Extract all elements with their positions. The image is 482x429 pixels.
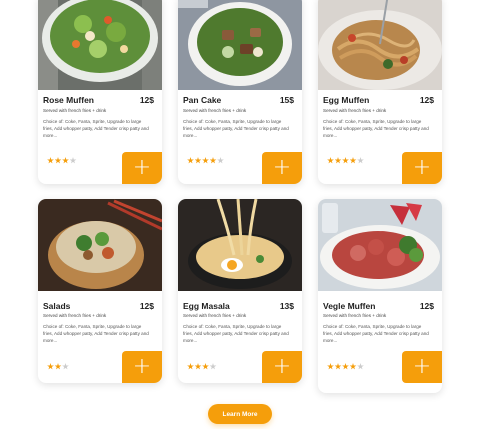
food-subtitle: Served with french fries + drink (183, 108, 247, 113)
food-photo (178, 199, 302, 291)
add-to-cart-button[interactable]: + (122, 152, 162, 184)
food-card[interactable]: Pan Cake 15$ Served with french fries + … (178, 0, 302, 184)
food-card[interactable]: Egg Masala 13$ Served with french fries … (178, 199, 302, 383)
food-price: 12$ (419, 95, 434, 105)
food-card[interactable]: Egg Muffen 12$ Served with french fries … (318, 0, 442, 184)
plus-icon: + (132, 155, 152, 180)
star-filled-icon (187, 157, 194, 164)
star-filled-icon (202, 157, 209, 164)
star-filled-icon (54, 363, 62, 370)
food-name: Egg Muffen (323, 95, 370, 105)
star-filled-icon (334, 363, 342, 370)
star-filled-icon (187, 363, 194, 370)
plus-icon: + (132, 354, 152, 379)
add-to-cart-button[interactable]: + (262, 351, 302, 383)
star-filled-icon (327, 157, 334, 164)
star-filled-icon (342, 157, 349, 164)
star-filled-icon (54, 157, 62, 164)
rating-stars (47, 363, 69, 371)
star-filled-icon (349, 157, 357, 164)
food-subtitle: Served with french fries + drink (323, 108, 387, 113)
food-price: 12$ (419, 301, 434, 311)
star-empty-icon (357, 363, 364, 370)
star-filled-icon (327, 363, 334, 370)
food-card[interactable]: Vegle Muffen 12$ Served with french frie… (318, 199, 442, 393)
food-name: Rose Muffen (43, 95, 94, 105)
food-subtitle: Served with french fries + drink (183, 313, 247, 318)
rating-stars (47, 157, 77, 165)
food-subtitle: Served with french fries + drink (323, 313, 387, 318)
star-filled-icon (47, 157, 54, 164)
food-name: Egg Masala (183, 301, 230, 311)
star-filled-icon (194, 363, 202, 370)
learn-more-button[interactable]: Learn More (208, 404, 272, 424)
food-card[interactable]: Rose Muffen 12$ Served with french fries… (38, 0, 162, 184)
food-price: 12$ (139, 301, 154, 311)
food-photo (38, 0, 162, 90)
food-price: 13$ (279, 301, 294, 311)
star-filled-icon (334, 157, 342, 164)
food-subtitle: Served with french fries + drink (43, 108, 107, 113)
food-photo (178, 0, 302, 90)
food-price: 15$ (279, 95, 294, 105)
add-to-cart-button[interactable]: + (262, 152, 302, 184)
rating-stars (187, 157, 224, 165)
food-name: Vegle Muffen (323, 301, 376, 311)
plus-icon: + (412, 155, 432, 180)
food-description: Choice of: Coke, Fanta, Sprite, Upgrade … (183, 324, 289, 344)
star-empty-icon (69, 157, 77, 164)
food-name: Salads (43, 301, 71, 311)
star-filled-icon (202, 363, 209, 370)
food-subtitle: Served with french fries + drink (43, 313, 107, 318)
star-filled-icon (47, 363, 54, 370)
star-filled-icon (194, 157, 202, 164)
star-filled-icon (62, 157, 69, 164)
add-to-cart-button[interactable]: + (402, 152, 442, 184)
rating-stars (327, 363, 364, 371)
add-to-cart-button[interactable]: + (402, 351, 442, 383)
food-description: Choice of: Coke, Fanta, Sprite, Upgrade … (43, 324, 149, 344)
food-card[interactable]: Salads 12$ Served with french fries + dr… (38, 199, 162, 383)
food-photo (318, 0, 442, 90)
food-price: 12$ (139, 95, 154, 105)
star-filled-icon (342, 363, 349, 370)
star-filled-icon (209, 157, 217, 164)
star-empty-icon (217, 157, 224, 164)
food-description: Choice of: Coke, Fanta, Sprite, Upgrade … (43, 119, 149, 139)
star-filled-icon (349, 363, 357, 370)
food-description: Choice of: Coke, Fanta, Sprite, Upgrade … (323, 324, 429, 344)
rating-stars (327, 157, 364, 165)
food-photo (38, 199, 162, 291)
food-description: Choice of: Coke, Fanta, Sprite, Upgrade … (323, 119, 429, 139)
plus-icon: + (412, 354, 432, 379)
add-to-cart-button[interactable]: + (122, 351, 162, 383)
star-empty-icon (62, 363, 69, 370)
rating-stars (187, 363, 217, 371)
star-empty-icon (357, 157, 364, 164)
plus-icon: + (272, 155, 292, 180)
food-photo (318, 199, 442, 291)
plus-icon: + (272, 354, 292, 379)
food-description: Choice of: Coke, Fanta, Sprite, Upgrade … (183, 119, 289, 139)
food-name: Pan Cake (183, 95, 222, 105)
star-empty-icon (209, 363, 217, 370)
